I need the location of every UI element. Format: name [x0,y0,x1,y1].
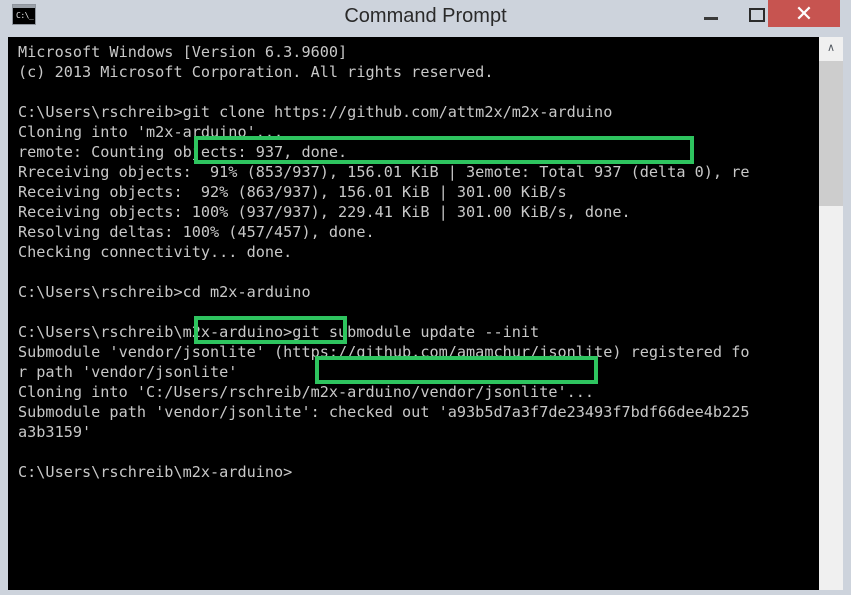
window-frame-right [843,37,851,590]
console-line: Cloning into 'm2x-arduino'... [18,123,284,141]
console-line: C:\Users\rschreib\m2x-arduino> [18,463,293,481]
console-line: Cloning into 'C:/Users/rschreib/m2x-ardu… [18,383,595,401]
close-button[interactable]: ✕ [768,0,840,27]
console-line: Submodule 'vendor/jsonlite' (https://git… [18,343,750,361]
console-output[interactable]: Microsoft Windows [Version 6.3.9600] (c) … [8,37,819,590]
minimize-icon [704,17,718,20]
console-text-block: Microsoft Windows [Version 6.3.9600] (c) … [18,42,819,482]
console-line: Submodule path 'vendor/jsonlite': checke… [18,403,750,421]
console-line: r path 'vendor/jsonlite' [18,363,238,381]
window-frame-left [0,37,8,595]
console-line: Resolving deltas: 100% (457/457), done. [18,223,375,241]
console-line: C:\Users\rschreib>git clone https://gith… [18,103,613,121]
console-area: Microsoft Windows [Version 6.3.9600] (c) … [8,37,843,590]
window-frame-bottom [0,590,851,595]
scrollbar-thumb[interactable] [819,61,843,206]
console-line: a3b3159' [18,423,92,441]
console-scrollbar[interactable]: ∧ [819,37,843,590]
console-line: C:\Users\rschreib>cd m2x-arduino [18,283,311,301]
console-line: Rreceiving objects: 91% (853/937), 156.0… [18,163,750,181]
scrollbar-up-button[interactable]: ∧ [819,37,843,59]
command-prompt-window: C:\_ Command Prompt ✕ Microsoft Windows … [0,0,851,595]
console-line: Checking connectivity... done. [18,243,293,261]
console-line: (c) 2013 Microsoft Corporation. All righ… [18,63,494,81]
scrollbar-track[interactable] [819,206,843,590]
maximize-icon [749,8,765,22]
chevron-up-icon: ∧ [826,41,836,54]
console-line: Microsoft Windows [Version 6.3.9600] [18,43,348,61]
close-icon: ✕ [794,1,814,26]
minimize-button[interactable] [688,0,734,30]
console-line: Receiving objects: 100% (937/937), 229.4… [18,203,631,221]
console-line: remote: Counting objects: 937, done. [18,143,348,161]
console-line: C:\Users\rschreib\m2x-arduino>git submod… [18,323,540,341]
console-line: Receiving objects: 92% (863/937), 156.01… [18,183,567,201]
title-bar: C:\_ Command Prompt ✕ [0,0,851,32]
